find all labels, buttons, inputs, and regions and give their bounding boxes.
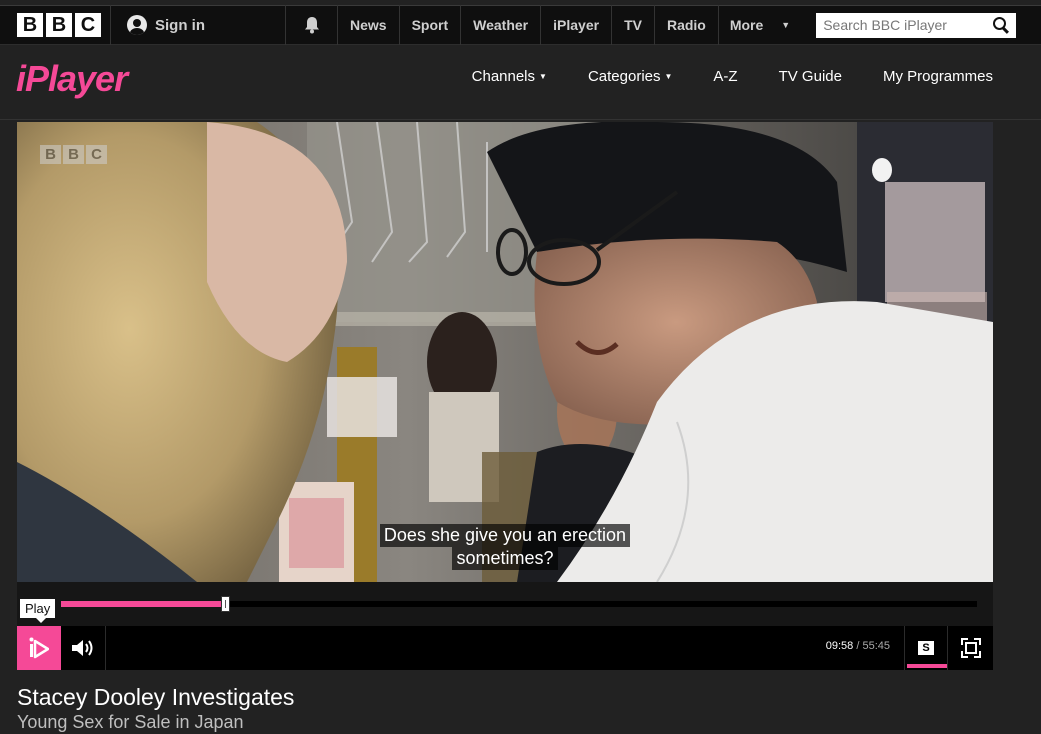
nav-a-z[interactable]: A-Z [713,68,737,85]
caret-down-icon: ▼ [539,72,547,81]
subtitles-button[interactable]: S [904,626,948,670]
video-frame[interactable] [17,122,993,582]
search-icon[interactable] [993,17,1009,33]
nav-link-radio[interactable]: Radio [653,5,718,45]
iplayer-logo[interactable]: iPlayer [16,58,128,100]
subtitle-caption: Does she give you an erection sometimes? [17,524,993,570]
bbc-logo-letter: B [17,13,43,37]
duration-time: 55:45 [862,640,890,652]
nav-my-programmes[interactable]: My Programmes [883,68,993,85]
search-input[interactable] [823,17,984,33]
volume-button[interactable] [61,626,106,670]
play-tooltip: Play [20,599,56,623]
search-box [816,12,1017,38]
nav-categories[interactable]: Categories ▼ [588,68,672,85]
subtitles-active-indicator [907,664,947,668]
subtitle-line: sometimes? [452,547,558,570]
iplayer-main-nav: Channels ▼ Categories ▼ A-Z TV Guide My … [431,68,993,85]
subtitles-icon: S [918,641,934,655]
sign-in-link[interactable]: Sign in [110,5,223,45]
nav-link-sport[interactable]: Sport [398,5,461,45]
bbc-watermark: B B C [40,145,107,164]
more-label: More [729,17,764,33]
video-player[interactable]: B B C Does she give you an erection some… [17,122,993,670]
caret-down-icon: ▼ [664,72,673,81]
nav-link-iplayer[interactable]: iPlayer [540,5,611,45]
iplayer-header: iPlayer Channels ▼ Categories ▼ A-Z TV G… [0,46,1041,120]
user-icon [127,15,147,35]
bbc-nav-links: News Sport Weather iPlayer TV Radio [337,5,718,45]
bbc-logo[interactable]: B B C [17,13,101,37]
progress-area [17,582,993,626]
episode-title: Young Sex for Sale in Japan [17,712,244,732]
time-separator: / [856,640,860,652]
scrubber-handle[interactable] [221,596,230,612]
programme-title: Stacey Dooley Investigates [17,684,295,710]
caret-down-icon: ▼ [781,20,791,30]
watermark-letter: B [63,145,84,164]
sign-in-label: Sign in [155,16,205,34]
nav-channels-label: Channels [471,68,536,85]
bell-icon [304,17,319,34]
bbc-global-nav: B B C Sign in News Sport Weather iPlayer… [0,5,1041,45]
fullscreen-button[interactable] [949,626,993,670]
volume-icon [72,640,93,656]
bbc-logo-letter: B [46,13,72,37]
more-menu-button[interactable]: More ▼ [717,5,800,45]
time-readout: 09:58 / 55:45 [826,640,890,652]
progress-track[interactable] [61,601,977,607]
notifications-button[interactable] [285,5,337,45]
bbc-logo-letter: C [75,13,101,37]
nav-categories-label: Categories [587,68,661,85]
nav-tv-guide[interactable]: TV Guide [779,68,842,85]
progress-fill [61,601,225,607]
elapsed-time: 09:58 [825,640,854,652]
watermark-letter: B [40,145,61,164]
nav-channels[interactable]: Channels ▼ [472,68,547,85]
watermark-letter: C [86,145,107,164]
play-button[interactable] [17,626,61,670]
nav-link-tv[interactable]: TV [611,5,654,45]
nav-link-news[interactable]: News [337,5,399,45]
fullscreen-icon [961,638,981,658]
subtitle-line: Does she give you an erection [379,524,631,547]
nav-link-weather[interactable]: Weather [460,5,540,45]
iplayer-play-icon [29,637,49,659]
player-controls: 09:58 / 55:45 S [17,626,993,670]
